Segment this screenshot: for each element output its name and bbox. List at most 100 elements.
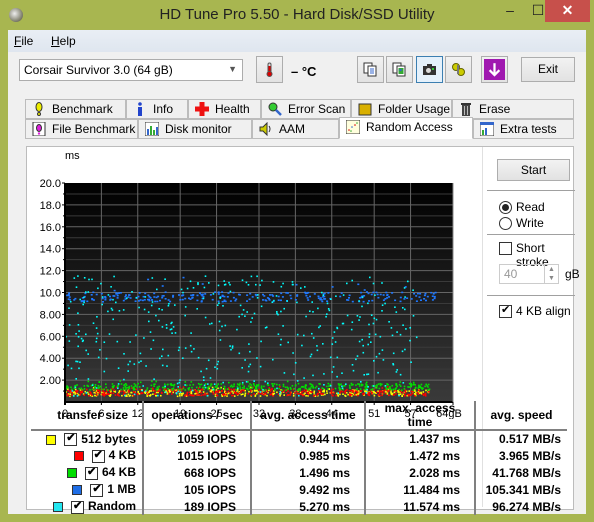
data-point-64-kb	[119, 380, 121, 382]
data-point-512-bytes	[242, 393, 244, 395]
data-point-random	[115, 301, 117, 304]
data-point-64-kb	[190, 381, 193, 383]
data-point-64-kb	[151, 380, 153, 383]
data-point-random	[217, 360, 219, 363]
data-point-512-bytes	[182, 392, 184, 395]
data-point-1-mb	[379, 293, 382, 296]
series-checkbox[interactable]	[71, 499, 84, 514]
data-point-4-kb	[83, 394, 85, 396]
data-point-1-mb	[115, 292, 118, 294]
series-checkbox[interactable]	[91, 448, 105, 463]
minimize-button[interactable]: –	[496, 0, 524, 22]
data-point-random	[238, 352, 241, 355]
data-point-random	[219, 296, 221, 299]
data-point-64-kb	[247, 381, 249, 383]
data-point-random	[229, 290, 232, 293]
data-point-512-bytes	[172, 391, 174, 394]
data-point-4-kb	[271, 388, 273, 391]
data-point-64-kb	[154, 383, 156, 385]
data-point-4-kb	[214, 392, 217, 394]
data-point-4-kb	[384, 392, 387, 395]
data-point-random	[374, 294, 376, 296]
copy-screenshot-button[interactable]	[386, 56, 413, 83]
temperature-button[interactable]	[256, 56, 283, 83]
avg-speed-cell: 105.341 MB/s	[474, 481, 567, 498]
tab-disk-monitor[interactable]: Disk monitor	[138, 119, 252, 139]
write-radio[interactable]	[499, 217, 512, 230]
data-point-512-bytes	[129, 394, 131, 397]
ops-cell: 1059 IOPS	[142, 430, 251, 447]
data-point-64-kb	[110, 388, 112, 391]
separator	[487, 190, 575, 191]
tab-info[interactable]: Info	[126, 99, 188, 119]
data-point-1-mb	[346, 299, 348, 301]
data-point-4-kb	[318, 390, 320, 392]
data-point-64-kb	[220, 383, 223, 385]
data-point-random	[358, 300, 360, 302]
data-point-4-kb	[381, 392, 384, 394]
data-point-random	[279, 391, 282, 393]
copy-text-button[interactable]	[357, 56, 384, 83]
data-point-1-mb	[271, 294, 274, 296]
read-radio[interactable]	[499, 201, 512, 214]
tab-folder-usage[interactable]: Folder Usage	[351, 99, 452, 119]
data-point-random	[256, 357, 258, 359]
series-checkbox[interactable]	[84, 465, 98, 480]
data-point-random	[373, 360, 375, 362]
tab-health[interactable]: Health	[188, 99, 261, 119]
options-button[interactable]	[445, 56, 472, 83]
data-point-random	[105, 357, 108, 360]
data-point-4-kb	[270, 393, 272, 396]
data-point-64-kb	[287, 388, 289, 390]
close-button[interactable]: ✕	[545, 0, 590, 22]
data-point-64-kb	[389, 387, 391, 390]
data-point-4-kb	[188, 391, 191, 394]
tab-aam[interactable]: AAM	[252, 119, 339, 139]
data-point-4-kb	[113, 389, 115, 391]
tab-extra-tests[interactable]: Extra tests	[473, 119, 574, 139]
data-point-1-mb	[224, 300, 227, 303]
save-button[interactable]	[481, 56, 508, 83]
data-point-4-kb	[159, 388, 161, 391]
tab-file-benchmark[interactable]: File Benchmark	[25, 119, 138, 139]
data-point-4-kb	[306, 392, 309, 394]
series-checkbox[interactable]	[64, 431, 78, 447]
data-point-4-kb	[106, 390, 108, 393]
data-point-1-mb	[295, 283, 298, 286]
data-point-4-kb	[250, 390, 252, 392]
data-point-random	[286, 300, 288, 302]
data-point-64-kb	[200, 383, 203, 386]
screenshot-button[interactable]	[416, 56, 443, 83]
short-stroke-spinner[interactable]: 40 ▲ ▼	[499, 264, 559, 284]
data-point-1-mb	[172, 296, 174, 298]
data-point-random	[159, 357, 161, 360]
drive-select[interactable]: Corsair Survivor 3.0 (64 gB) ▼	[19, 59, 243, 81]
start-button[interactable]: Start	[497, 159, 570, 181]
tab-benchmark[interactable]: Benchmark	[25, 99, 126, 119]
short-stroke-checkbox[interactable]	[499, 242, 512, 255]
tab-erase[interactable]: Erase	[452, 99, 574, 119]
menu-help[interactable]: Help	[51, 34, 76, 48]
tab-error-scan[interactable]: Error Scan	[261, 99, 351, 119]
menu-file[interactable]: File	[14, 34, 33, 48]
series-checkbox[interactable]	[90, 482, 104, 497]
spinner-arrows-icon[interactable]: ▲ ▼	[544, 265, 558, 283]
data-point-4-kb	[395, 392, 397, 395]
data-point-random	[381, 310, 383, 312]
avg-access-cell: 1.496 ms	[250, 464, 365, 481]
align-checkbox[interactable]	[499, 303, 512, 318]
max-access-cell: 2.028 ms	[364, 464, 475, 481]
data-point-4-kb	[186, 391, 189, 394]
data-point-random	[287, 341, 289, 344]
data-point-64-kb	[89, 389, 91, 391]
exit-button[interactable]: Exit	[521, 57, 575, 82]
data-point-1-mb	[116, 297, 119, 299]
data-point-4-kb	[222, 393, 224, 396]
data-point-random	[144, 296, 147, 298]
data-point-4-kb	[167, 393, 170, 395]
data-point-random	[152, 339, 155, 342]
data-point-64-kb	[398, 388, 400, 391]
header-max-access: max. access time	[364, 401, 475, 431]
tab-random-access[interactable]: Random Access	[339, 117, 473, 139]
data-point-64-kb	[318, 383, 321, 385]
